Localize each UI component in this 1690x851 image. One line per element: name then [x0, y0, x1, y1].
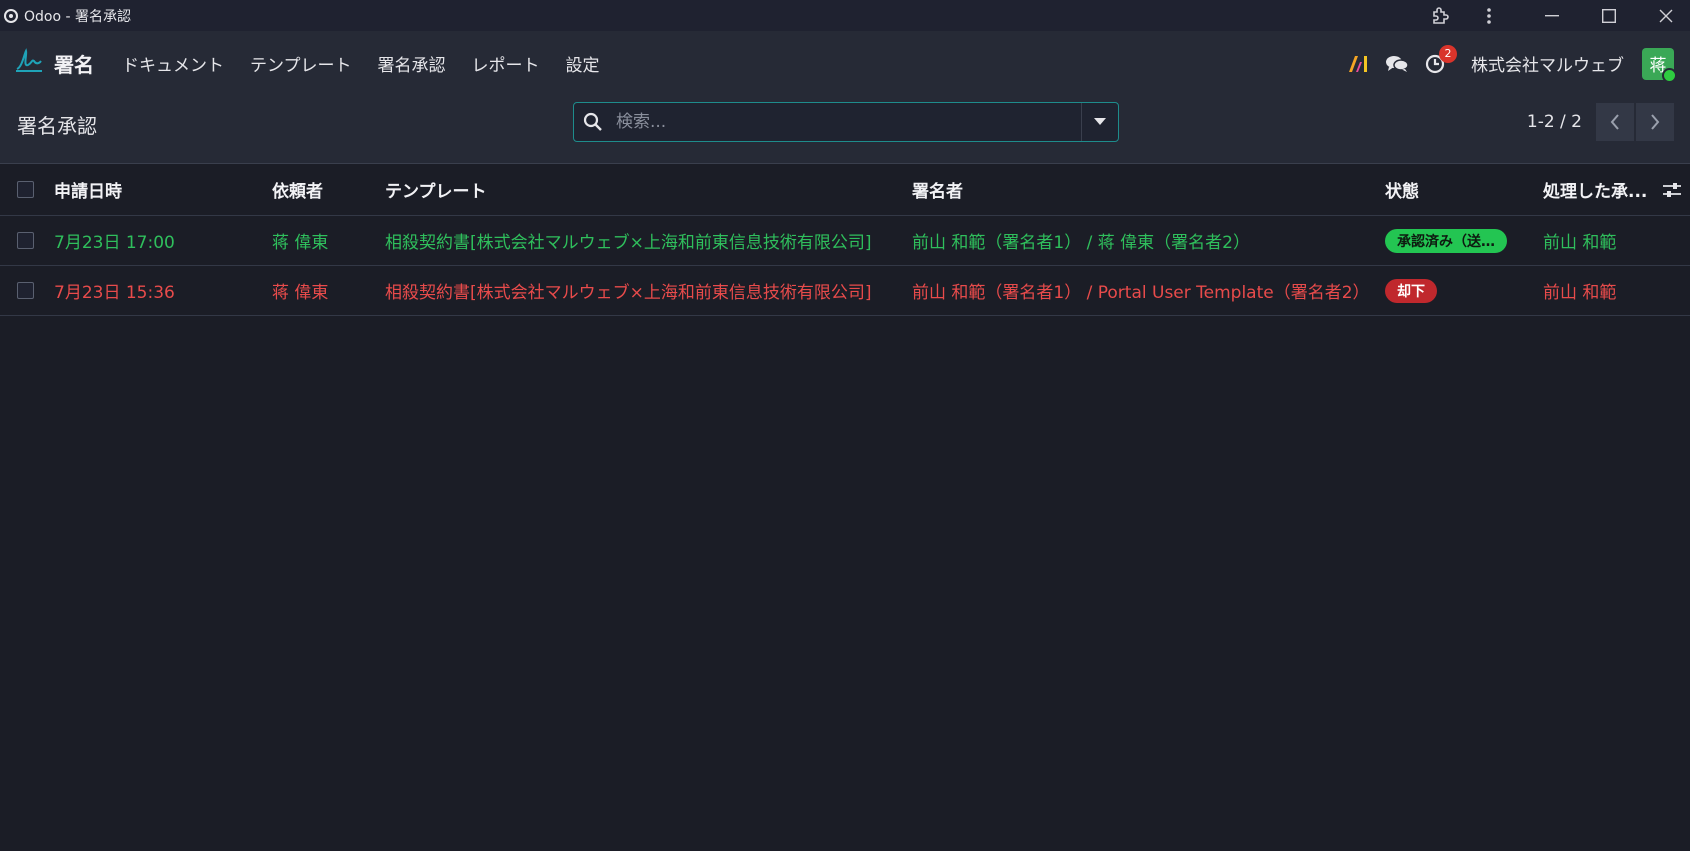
- cell-signers: 前山 和範（署名者1） / Portal User Template（署名者2）: [912, 283, 1370, 303]
- signature-app-icon: [14, 47, 44, 81]
- cell-request-date: 7月23日 15:36: [54, 283, 175, 303]
- row-checkbox[interactable]: [17, 216, 34, 265]
- maximize-icon[interactable]: [1589, 0, 1629, 31]
- column-header-template[interactable]: テンプレート: [385, 164, 487, 215]
- row-checkbox[interactable]: [17, 266, 34, 315]
- cell-template: 相殺契約書[株式会社マルウェブ×上海和前東信息技術有限公司]: [385, 283, 872, 303]
- menu-documents[interactable]: ドキュメント: [122, 51, 224, 76]
- menu-reports[interactable]: レポート: [472, 51, 540, 76]
- select-all-checkbox[interactable]: [17, 164, 34, 215]
- caret-down-icon: [1094, 118, 1106, 125]
- app-brand[interactable]: 署名: [14, 47, 94, 81]
- column-header-status[interactable]: 状態: [1385, 164, 1419, 215]
- search-options-toggle[interactable]: [1081, 103, 1118, 141]
- minimize-icon[interactable]: [1532, 0, 1572, 31]
- close-icon[interactable]: [1646, 0, 1686, 31]
- chevron-left-icon: [1610, 114, 1619, 130]
- app-name: 署名: [54, 53, 94, 77]
- user-avatar[interactable]: 蒋: [1642, 47, 1677, 83]
- pager: 1-2 / 2: [1527, 102, 1674, 142]
- cell-requester: 蒋 偉東: [272, 233, 329, 253]
- menu-templates[interactable]: テンプレート: [250, 51, 352, 76]
- status-badge: 承認済み（送信...: [1385, 228, 1507, 253]
- main-menu: ドキュメント テンプレート 署名承認 レポート 設定: [122, 51, 626, 76]
- cell-status: 承認済み（送信...: [1385, 216, 1507, 265]
- window-title: Odoo - 署名承認: [24, 8, 131, 25]
- chat-icon[interactable]: [1385, 54, 1409, 74]
- search-input[interactable]: [612, 104, 1081, 140]
- control-panel: 署名承認 1-2 / 2: [0, 96, 1690, 164]
- cell-approver: 前山 和範: [1543, 233, 1617, 253]
- cell-requester: 蒋 偉東: [272, 283, 329, 303]
- pager-previous-button[interactable]: [1596, 103, 1634, 141]
- cell-template: 相殺契約書[株式会社マルウェブ×上海和前東信息技術有限公司]: [385, 233, 872, 253]
- cell-approver: 前山 和範: [1543, 283, 1617, 303]
- column-header-approver[interactable]: 処理した承...: [1543, 164, 1668, 215]
- extensions-icon[interactable]: [1420, 0, 1460, 31]
- activity-count-badge: 2: [1439, 44, 1457, 63]
- table-row[interactable]: 7月23日 17:00 蒋 偉東 相殺契約書[株式会社マルウェブ×上海和前東信息…: [0, 216, 1690, 266]
- odoo-app-icon: [4, 8, 18, 23]
- table-row[interactable]: 7月23日 15:36 蒋 偉東 相殺契約書[株式会社マルウェブ×上海和前東信息…: [0, 266, 1690, 316]
- top-navbar: 署名 ドキュメント テンプレート 署名承認 レポート 設定 2 株式会社マルウェ…: [0, 31, 1690, 96]
- cell-request-date: 7月23日 17:00: [54, 233, 175, 253]
- pager-value[interactable]: 1-2 / 2: [1527, 112, 1582, 132]
- page-title: 署名承認: [17, 114, 97, 138]
- cell-signers: 前山 和範（署名者1） / 蒋 偉東（署名者2）: [912, 233, 1250, 253]
- menu-settings[interactable]: 設定: [566, 51, 600, 76]
- online-status-dot: [1662, 67, 1677, 83]
- column-settings-icon[interactable]: [1662, 164, 1682, 215]
- search-icon: [574, 112, 612, 132]
- status-badge: 却下: [1385, 278, 1437, 303]
- table-header-row: 申請日時 依頼者 テンプレート 署名者 状態 処理した承...: [0, 164, 1690, 216]
- activity-clock-icon[interactable]: 2: [1425, 44, 1457, 74]
- navbar-right: 2 株式会社マルウェブ 蒋: [1347, 31, 1690, 96]
- sign-approval-list: 申請日時 依頼者 テンプレート 署名者 状態 処理した承... 7月23日 17…: [0, 164, 1690, 316]
- search-bar: [573, 102, 1119, 142]
- pager-next-button[interactable]: [1636, 103, 1674, 141]
- column-header-signers[interactable]: 署名者: [912, 164, 963, 215]
- ai-icon[interactable]: [1347, 54, 1369, 74]
- cell-status: 却下: [1385, 266, 1437, 315]
- company-switcher[interactable]: 株式会社マルウェブ: [1471, 51, 1624, 76]
- column-header-request-date[interactable]: 申請日時: [54, 164, 122, 215]
- column-header-requester[interactable]: 依頼者: [272, 164, 323, 215]
- menu-sign-approval[interactable]: 署名承認: [378, 51, 446, 76]
- window-titlebar: Odoo - 署名承認: [0, 0, 1690, 31]
- more-options-icon[interactable]: [1469, 0, 1509, 31]
- chevron-right-icon: [1651, 114, 1660, 130]
